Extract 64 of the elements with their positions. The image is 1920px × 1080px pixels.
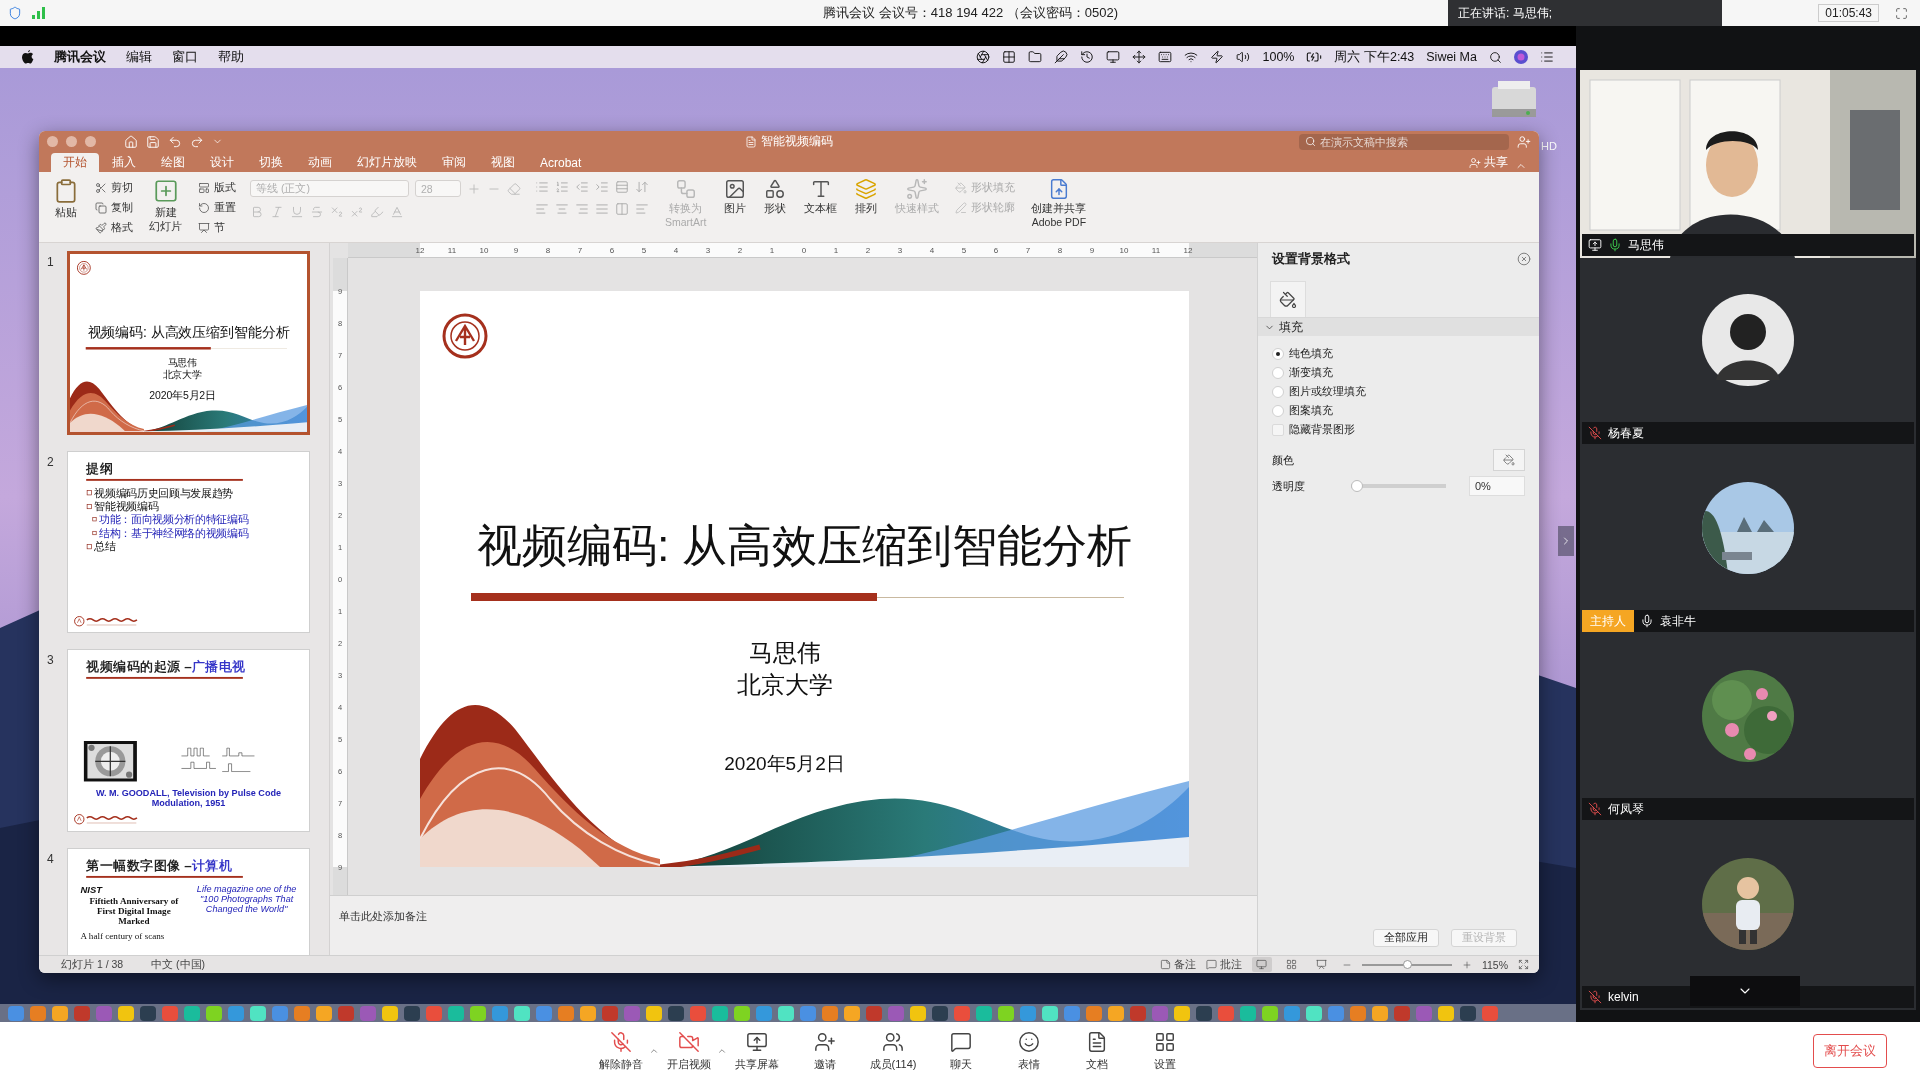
microphone-off-icon xyxy=(1588,802,1602,816)
volume-icon[interactable] xyxy=(1236,50,1251,64)
meeting-timer: 01:05:43 xyxy=(1818,4,1879,22)
video-camera-off-icon xyxy=(678,1030,700,1053)
users-icon xyxy=(882,1030,904,1053)
toolbar-button[interactable]: 聊天 xyxy=(933,1026,989,1076)
toolbar-button[interactable]: 共享屏幕 xyxy=(729,1026,785,1076)
list-icon[interactable] xyxy=(1540,50,1554,64)
siri-icon[interactable] xyxy=(1514,50,1528,64)
microphone-off-icon xyxy=(1588,426,1602,440)
toolbar-button[interactable]: 成员(114) xyxy=(865,1026,921,1076)
grid-icon xyxy=(1154,1030,1176,1053)
participant-name: 马思伟 xyxy=(1628,236,1664,254)
menu-item[interactable]: 窗口 xyxy=(172,48,198,66)
speaker-indicator: 正在讲话: 马思伟; xyxy=(1448,0,1722,26)
avatar-icon xyxy=(1702,294,1794,386)
participant-name: 袁非牛 xyxy=(1660,612,1696,630)
meeting-title: 腾讯会议 会议号：418 194 422 （会议密码：0502) xyxy=(823,4,1118,22)
battery-icon xyxy=(1306,49,1323,65)
microphone-icon xyxy=(1608,238,1622,252)
document-icon xyxy=(1086,1030,1108,1053)
chat-bubble-icon xyxy=(950,1030,972,1053)
search-icon[interactable] xyxy=(1489,50,1502,64)
grid-icon[interactable] xyxy=(1002,50,1017,64)
wifi-icon[interactable] xyxy=(1184,50,1199,64)
smiley-icon xyxy=(1018,1030,1040,1053)
aperture-icon[interactable] xyxy=(976,50,991,64)
screen-share-icon xyxy=(1588,238,1602,252)
menu-clock: 周六 下午2:43 xyxy=(1334,48,1415,66)
microphone-icon xyxy=(1640,614,1654,628)
toolbar-button[interactable]: 表情 xyxy=(1001,1026,1057,1076)
microphone-off-icon xyxy=(1588,990,1602,1004)
microphone-off-icon xyxy=(610,1030,632,1053)
apple-icon[interactable] xyxy=(22,50,34,64)
menu-item[interactable]: 编辑 xyxy=(126,48,152,66)
history-icon[interactable] xyxy=(1080,50,1095,64)
monitor-arrow-icon xyxy=(746,1030,768,1053)
user-name[interactable]: Siwei Ma xyxy=(1426,50,1477,64)
toolbar-button[interactable]: 邀请 xyxy=(797,1026,853,1076)
participant-name: 杨春夏 xyxy=(1608,424,1644,442)
menu-item[interactable]: 帮助 xyxy=(218,48,244,66)
shield-icon xyxy=(8,6,22,20)
host-badge: 主持人 xyxy=(1582,610,1634,632)
collapse-button[interactable] xyxy=(1690,976,1800,1006)
keyboard-icon[interactable] xyxy=(1158,50,1173,64)
display-icon[interactable] xyxy=(1106,50,1121,64)
toolbar-button[interactable]: 解除静音 xyxy=(593,1026,649,1076)
caret-icon xyxy=(717,1046,727,1056)
caret-icon xyxy=(649,1046,659,1056)
move-icon[interactable] xyxy=(1132,50,1147,64)
toolbar-button[interactable]: 设置 xyxy=(1137,1026,1193,1076)
signal-icon xyxy=(32,7,46,19)
fullscreen-icon[interactable] xyxy=(1895,6,1908,20)
folder-icon[interactable] xyxy=(1028,50,1043,64)
participant-name: kelvin xyxy=(1608,990,1639,1004)
toolbar-button[interactable]: 开启视频 xyxy=(661,1026,717,1076)
toolbar-button[interactable]: 文档 xyxy=(1069,1026,1125,1076)
bolt-icon[interactable] xyxy=(1210,50,1225,64)
menu-item[interactable]: 腾讯会议 xyxy=(54,48,106,66)
feather-icon[interactable] xyxy=(1054,50,1069,64)
participant-name: 何凤琴 xyxy=(1608,800,1644,818)
battery-percent: 100% xyxy=(1262,50,1295,64)
user-plus-icon xyxy=(814,1030,836,1053)
leave-meeting-button[interactable]: 离开会议 xyxy=(1813,1034,1887,1068)
